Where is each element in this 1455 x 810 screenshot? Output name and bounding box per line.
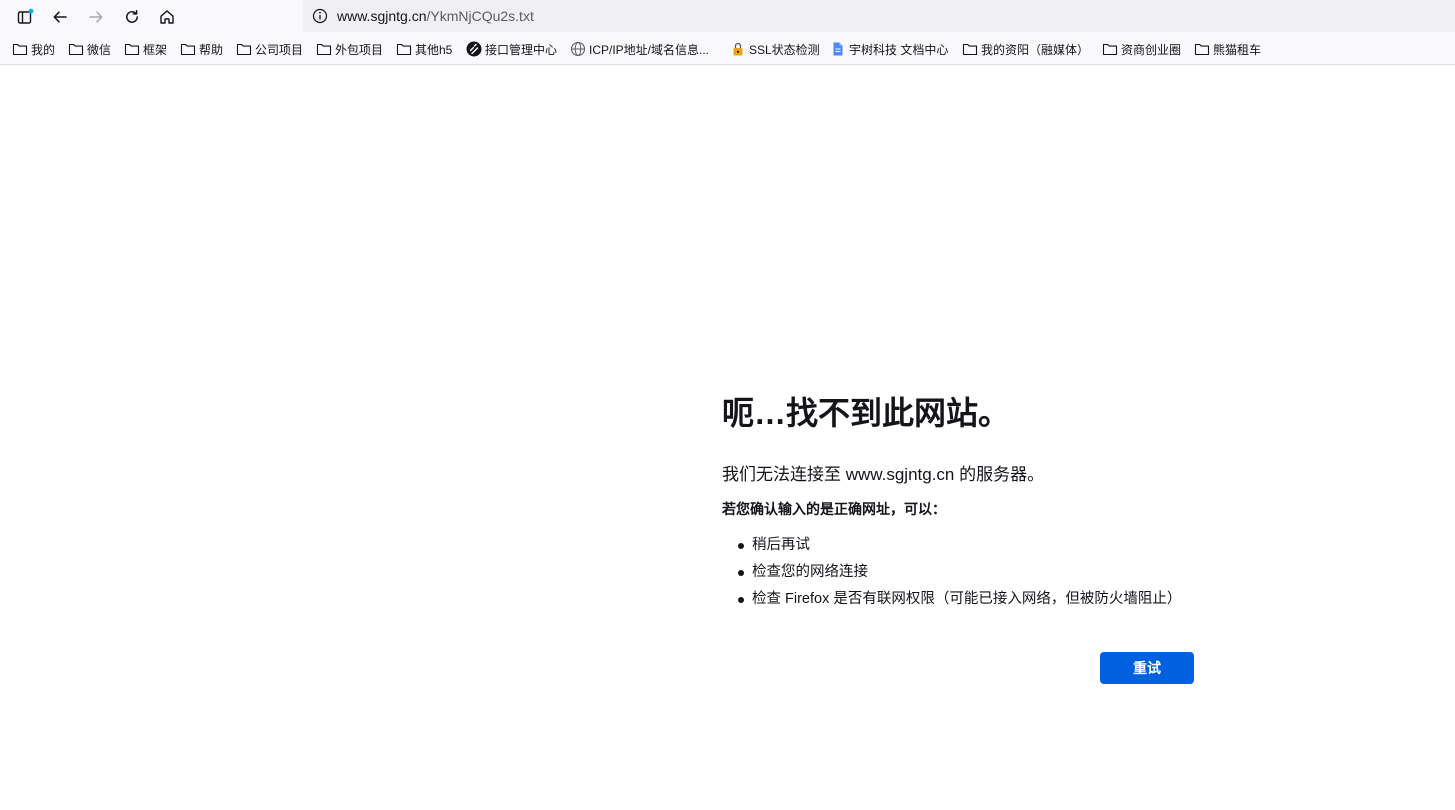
bookmark-panda-rental[interactable]: 熊猫租车 (1194, 39, 1261, 59)
retry-button[interactable]: 重试 (1100, 652, 1194, 684)
folder-icon (180, 41, 196, 57)
bookmark-bangzhu[interactable]: 帮助 (180, 39, 223, 59)
back-arrow-icon (53, 10, 67, 23)
bookmark-api-center[interactable]: 接口管理中心 (466, 39, 557, 59)
url-path: /YkmNjCQu2s.txt (426, 8, 534, 24)
forward-arrow-icon (89, 10, 103, 23)
home-icon (160, 9, 174, 24)
bookmark-kuangjia[interactable]: 框架 (124, 39, 167, 59)
bookmark-label: 微信 (87, 42, 112, 57)
sidebar-button[interactable] (11, 3, 39, 30)
sidebar-icon (17, 8, 34, 24)
folder-icon (12, 41, 28, 57)
url-host: www.sgjntg.cn (337, 8, 427, 24)
bookmark-label: 接口管理中心 (485, 42, 558, 57)
error-title: 呃…找不到此网站。 (722, 395, 1011, 431)
bookmark-label: 熊猫租车 (1213, 42, 1262, 57)
api-logo-icon (466, 41, 482, 57)
site-info-icon[interactable] (311, 7, 329, 25)
browser-toolbar: www.sgjntg.cn/YkmNjCQu2s.txt (0, 0, 1455, 33)
bookmark-icp-ip[interactable]: ICP/IP地址/域名信息... (570, 39, 709, 59)
home-button[interactable] (153, 3, 181, 30)
folder-icon (1102, 41, 1118, 57)
bookmark-label: 宇树科技 文档中心 (849, 42, 949, 57)
error-description: 我们无法连接至 www.sgjntg.cn 的服务器。 (722, 465, 1045, 484)
url-text[interactable]: www.sgjntg.cn/YkmNjCQu2s.txt (337, 8, 534, 24)
bookmark-label: 外包项目 (335, 42, 384, 57)
suggestion-list: 稍后再试 检查您的网络连接 检查 Firefox 是否有联网权限（可能已接入网络… (722, 532, 1202, 613)
bookmark-label: 其他h5 (415, 42, 453, 57)
bookmark-label: 框架 (143, 42, 168, 57)
forward-button[interactable] (82, 3, 110, 30)
folder-icon (68, 41, 84, 57)
bookmark-outsource-projects[interactable]: 外包项目 (316, 39, 383, 59)
bookmark-zishang[interactable]: 资商创业圈 (1102, 39, 1181, 59)
error-subtitle: 若您确认输入的是正确网址，可以： (722, 501, 946, 517)
bookmark-weixin[interactable]: 微信 (68, 39, 111, 59)
document-icon (830, 41, 846, 57)
bookmark-company-projects[interactable]: 公司项目 (236, 39, 303, 59)
folder-icon (236, 41, 252, 57)
folder-icon (1194, 41, 1210, 57)
globe-icon (570, 41, 586, 57)
ssl-lock-icon (730, 41, 746, 57)
bookmark-my-ziyang[interactable]: 我的资阳（融媒体） (962, 39, 1089, 59)
bookmark-label: 资商创业圈 (1121, 42, 1182, 57)
back-button[interactable] (46, 3, 74, 30)
bookmark-label: 我的资阳（融媒体） (981, 42, 1090, 57)
list-item: 稍后再试 (722, 532, 1202, 559)
bookmark-label: 我的 (31, 42, 56, 57)
bookmark-label: ICP/IP地址/域名信息... (589, 42, 710, 57)
list-item: 检查您的网络连接 (722, 559, 1202, 586)
folder-icon (396, 41, 412, 57)
bookmark-label: 公司项目 (255, 42, 304, 57)
bookmark-label: SSL状态检测 (749, 42, 820, 57)
folder-icon (316, 41, 332, 57)
folder-icon (962, 41, 978, 57)
bookmark-other-h5[interactable]: 其他h5 (396, 39, 452, 59)
reload-button[interactable] (118, 3, 146, 30)
bookmarks-toolbar: 我的 微信 框架 帮助 公司项目 外包项目 其他h5 接口管理中心 ICP/IP… (0, 33, 1455, 65)
bookmark-wode[interactable]: 我的 (12, 39, 55, 59)
reload-icon (126, 9, 138, 23)
bookmark-ssl-check[interactable]: SSL状态检测 (730, 39, 820, 59)
url-bar[interactable]: www.sgjntg.cn/YkmNjCQu2s.txt (303, 0, 1455, 32)
folder-icon (124, 41, 140, 57)
error-container: 呃…找不到此网站。 我们无法连接至 www.sgjntg.cn 的服务器。 若您… (722, 390, 1202, 613)
bookmark-label: 帮助 (199, 42, 224, 57)
bookmark-unitree-docs[interactable]: 宇树科技 文档中心 (830, 39, 948, 59)
list-item: 检查 Firefox 是否有联网权限（可能已接入网络，但被防火墙阻止） (722, 586, 1202, 613)
